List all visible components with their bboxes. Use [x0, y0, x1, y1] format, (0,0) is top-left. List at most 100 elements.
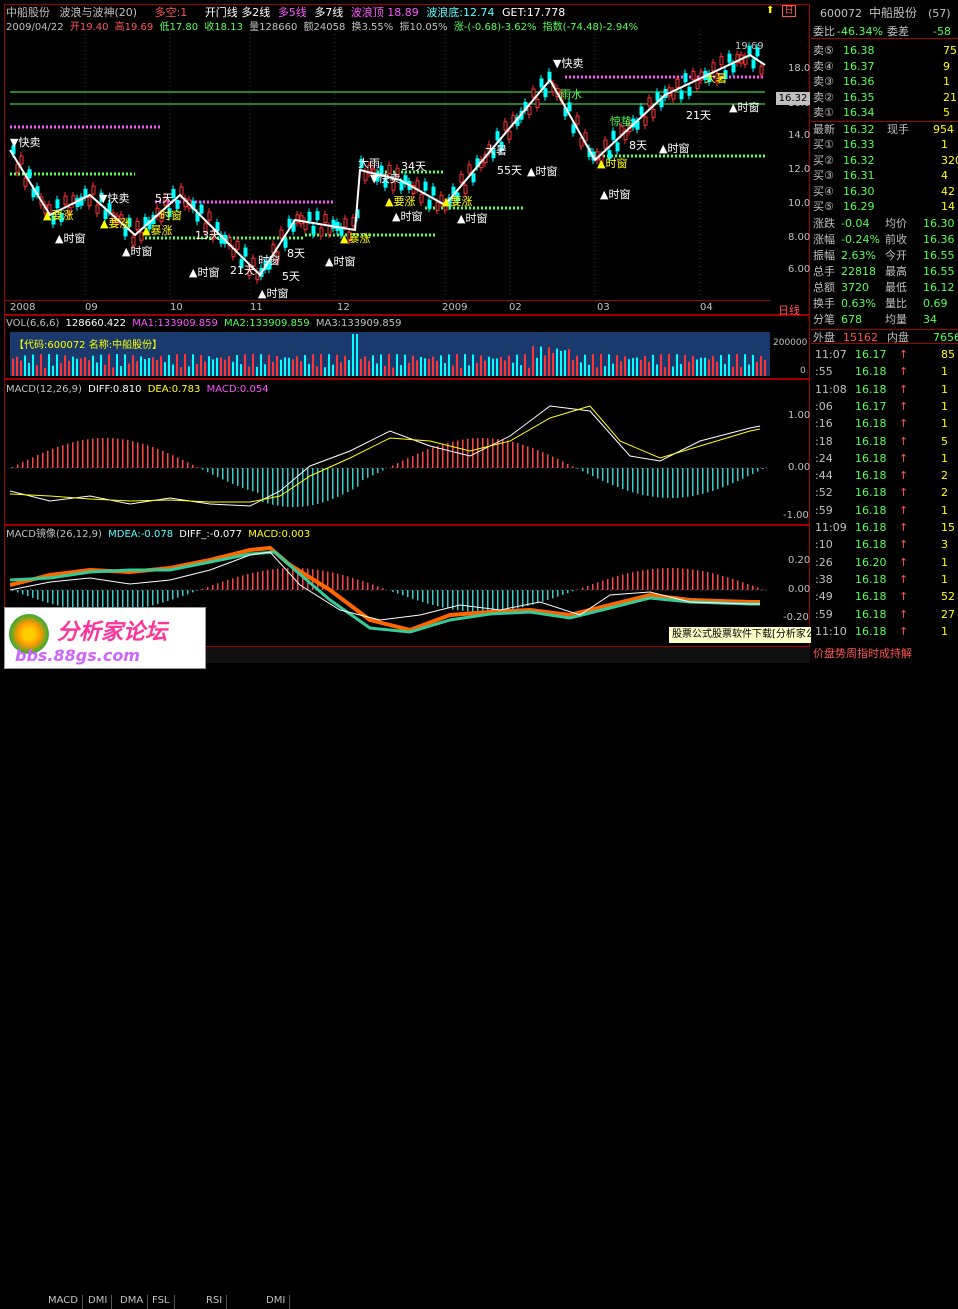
macd-bar	[732, 468, 734, 483]
candle-body	[536, 99, 539, 107]
mirror-bar	[617, 576, 619, 590]
trading-app: 中船股份 波浪与波神(20) 多空:1 开门线 多2线 多5线 多7线 波浪顶 …	[0, 0, 958, 674]
macd-bar	[112, 438, 114, 468]
tick-price: 16.18	[855, 624, 887, 639]
period-box-icon[interactable]: 日	[782, 5, 796, 17]
volume-bar	[252, 354, 254, 376]
candle-body	[424, 182, 427, 190]
macd-bar	[602, 468, 604, 481]
x-axis-label: 10	[170, 302, 183, 313]
mirror-bar	[262, 571, 264, 590]
volume-bar	[720, 355, 722, 376]
indicator-name[interactable]: 波浪与波神(20)	[60, 6, 138, 19]
mirror-bar	[477, 590, 479, 612]
tick-price: 16.18	[855, 451, 887, 466]
annotation-dayu: 大雨	[358, 155, 380, 171]
stat-row: 总额3720最低16.12	[811, 280, 958, 295]
stat-value: -0.04	[841, 216, 869, 231]
mirror-bar	[747, 584, 749, 590]
volume-bar	[172, 365, 174, 376]
candle-body	[692, 71, 695, 79]
tab-dma[interactable]: DMA	[116, 1295, 148, 1309]
macd-header: MACD(12,26,9) DIFF:0.810 DEA:0.783 MACD:…	[6, 383, 269, 396]
volume-bar	[296, 356, 298, 376]
mirror-bar	[502, 590, 504, 611]
candle-body	[428, 200, 431, 208]
mirror-bar	[437, 590, 439, 606]
panel-bottom-text[interactable]: 价盘势周指时成持解	[813, 646, 912, 661]
stat-value: 0.69	[923, 296, 948, 311]
nav-up-icon[interactable]: ⬆	[766, 5, 778, 17]
mirror-bar	[162, 590, 164, 603]
volume-bar	[12, 359, 14, 376]
stock-name: 中船股份	[6, 6, 50, 19]
tab-fsl[interactable]: FSL	[148, 1295, 175, 1309]
macd-bar	[562, 461, 564, 468]
volume-bar	[560, 351, 562, 376]
mirror-bar	[602, 581, 604, 590]
volume-bar	[452, 366, 454, 376]
stat-label: 总额	[813, 280, 835, 295]
volume-bar	[648, 362, 650, 376]
stat-row: 换手0.63%量比0.69	[811, 296, 958, 311]
tick-time: :49	[815, 589, 833, 604]
candle-body	[324, 215, 327, 223]
tick-time: :10	[815, 537, 833, 552]
tick-arrow-icon: ↑	[899, 589, 908, 604]
mirror-bar	[552, 590, 554, 598]
mirror-bar	[562, 590, 564, 595]
volume-bar	[372, 355, 374, 376]
volume-bar	[300, 361, 302, 376]
sell-label: 卖①	[813, 105, 834, 120]
tick-row: :1816.18↑5	[811, 434, 958, 449]
annotation-21tian-1: 21天	[230, 262, 255, 278]
panel-bottom-tabs[interactable]: 价盘势周指时成持解	[811, 646, 958, 661]
sell-label: 卖⑤	[813, 43, 834, 58]
mirror-bar	[697, 570, 699, 590]
duokong-value: 多空:1	[155, 6, 188, 19]
volume-bar	[436, 361, 438, 376]
annotation-kuaimai-3: ▼快卖	[370, 170, 400, 186]
macd-bar	[162, 451, 164, 468]
duo7-line: 多7线	[314, 6, 343, 19]
volume-bar	[456, 354, 458, 376]
volume-bar	[576, 356, 578, 376]
tab-dmi[interactable]: DMI	[84, 1295, 112, 1309]
neipan-label: 内盘	[887, 330, 909, 345]
volume-bar	[564, 350, 566, 376]
tab-dmi-2[interactable]: DMI	[262, 1295, 290, 1309]
candle-body	[244, 248, 247, 256]
volume-bar	[712, 356, 714, 376]
tick-arrow-icon: ↑	[899, 555, 908, 570]
volume-bar	[264, 364, 266, 376]
tick-volume: 27	[941, 607, 955, 622]
mirror-bar	[377, 586, 379, 590]
tick-price: 16.18	[855, 503, 887, 518]
tab-macd[interactable]: MACD	[44, 1295, 83, 1309]
volume-header: VOL(6,6,6) 128660.422 MA1:133909.859 MA2…	[6, 317, 401, 330]
sell-price: 16.38	[843, 43, 875, 58]
tab-rsi[interactable]: RSI	[202, 1295, 227, 1309]
macd-bar	[612, 468, 614, 485]
mirror-bar	[442, 590, 444, 607]
macd-bar	[442, 444, 444, 468]
mirror-bar	[682, 568, 684, 590]
volume-bar	[732, 367, 734, 376]
volume-bar	[484, 361, 486, 376]
mirror-bar	[397, 590, 399, 594]
price-axis-label: 6.00	[788, 264, 810, 275]
tick-arrow-icon: ↑	[899, 624, 908, 639]
volume-bar	[432, 357, 434, 376]
buy-label: 买④	[813, 184, 834, 199]
candle-body	[420, 194, 423, 202]
sell-row: 卖①16.345	[811, 105, 958, 120]
volume-bar	[60, 363, 62, 376]
macd-bar	[52, 449, 54, 468]
mirror-bar	[752, 586, 754, 590]
mirror-axis-label: 0.00	[788, 584, 810, 595]
high-price-label: 19.69	[735, 41, 764, 52]
mirror-bar	[427, 590, 429, 604]
macd-bar	[72, 442, 74, 468]
tick-volume: 5	[941, 434, 948, 449]
tick-time: :52	[815, 485, 833, 500]
